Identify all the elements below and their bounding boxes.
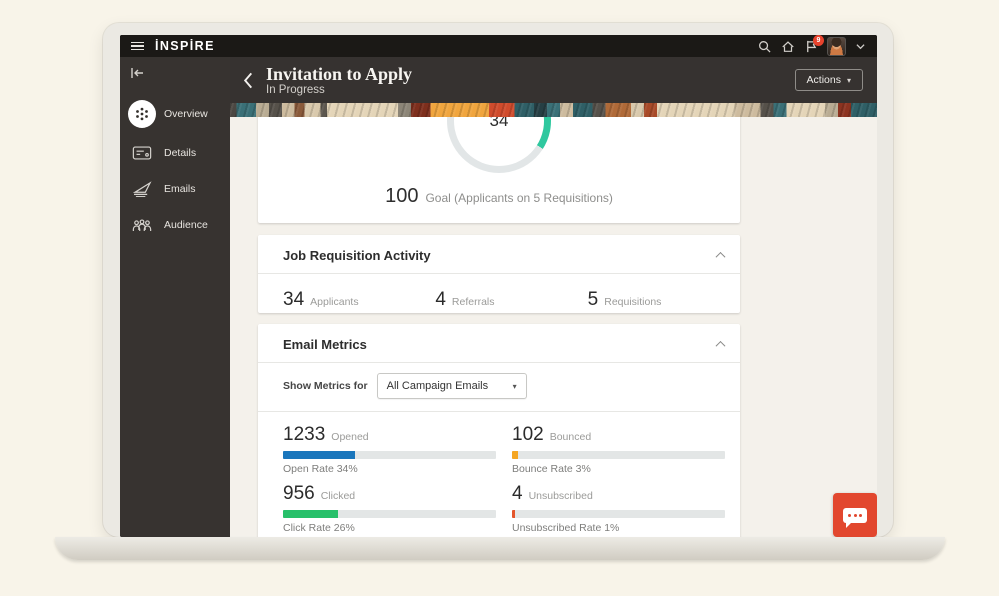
page-background: İNSPİRE 9 Overview Details Emails Audien… bbox=[0, 0, 999, 596]
topbar: İNSPİRE 9 bbox=[120, 35, 877, 57]
section-title: Email Metrics bbox=[283, 337, 367, 352]
overview-icon bbox=[128, 100, 156, 128]
topbar-actions: 9 bbox=[758, 35, 865, 56]
page-title: Invitation to Apply bbox=[266, 63, 413, 84]
metric-rate: Bounce Rate 3% bbox=[512, 463, 591, 475]
progress-track bbox=[283, 451, 496, 459]
progress-fill bbox=[512, 510, 516, 518]
sidebar-item-audience[interactable]: Audience bbox=[120, 207, 230, 243]
card-header: Email Metrics bbox=[258, 324, 740, 362]
search-icon[interactable] bbox=[758, 40, 771, 53]
app-body: Overview Details Emails Audience Invitat… bbox=[120, 57, 877, 537]
stat-label: Requisitions bbox=[604, 296, 662, 308]
metric-value: 956 bbox=[283, 483, 315, 504]
sidebar-item-label: Emails bbox=[164, 183, 196, 195]
metric-label: Clicked bbox=[320, 490, 356, 502]
job-requisition-activity-card: Job Requisition Activity 34 Applicants 4… bbox=[258, 235, 740, 313]
chat-button[interactable] bbox=[833, 493, 877, 537]
metric-unsubscribed: 4 Unsubscribed Unsubscribed Rate 1% bbox=[512, 483, 725, 534]
metric-value: 1233 bbox=[283, 424, 326, 445]
sidebar-item-emails[interactable]: Emails bbox=[120, 171, 230, 207]
user-avatar[interactable] bbox=[827, 36, 846, 56]
decorative-banner bbox=[230, 103, 877, 117]
user-menu-chevron-down-icon[interactable] bbox=[856, 43, 865, 50]
audience-icon bbox=[128, 218, 156, 233]
stat-value: 4 bbox=[435, 289, 446, 310]
metric-rate: Open Rate 34% bbox=[283, 463, 358, 475]
caret-down-icon: ▾ bbox=[512, 381, 517, 391]
sidebar-item-details[interactable]: Details bbox=[120, 135, 230, 171]
sidebar-item-label: Audience bbox=[164, 219, 208, 231]
progress-track bbox=[512, 510, 725, 518]
progress-fill bbox=[283, 510, 339, 518]
metric-value: 102 bbox=[512, 424, 544, 445]
metric-label: Unsubscribed bbox=[528, 490, 593, 502]
notifications-icon[interactable]: 9 bbox=[805, 35, 824, 53]
stat-requisitions: 5 Requisitions bbox=[588, 289, 740, 311]
section-title: Job Requisition Activity bbox=[283, 248, 431, 263]
stat-referrals: 4 Referrals bbox=[435, 289, 587, 311]
goal-summary: 100 Goal (Applicants on 5 Requisitions) bbox=[258, 185, 740, 208]
status-text: In Progress bbox=[266, 83, 325, 96]
collapse-chevron-up-icon[interactable] bbox=[715, 251, 726, 262]
app-logo: İNSPİRE bbox=[155, 39, 215, 53]
progress-track bbox=[512, 451, 725, 459]
content-scroll-area[interactable]: 34 100 Goal (Applicants on 5 Requisition… bbox=[230, 117, 877, 537]
sidebar-item-overview[interactable]: Overview bbox=[120, 93, 230, 135]
caret-down-icon: ▾ bbox=[846, 75, 851, 85]
select-value: All Campaign Emails bbox=[386, 380, 489, 392]
progress-fill bbox=[283, 451, 356, 459]
metric-rate: Click Rate 26% bbox=[283, 522, 355, 534]
stat-applicants: 34 Applicants bbox=[283, 289, 435, 311]
goal-progress-ring: 34 bbox=[447, 117, 551, 173]
sidebar-item-label: Details bbox=[164, 147, 197, 159]
home-icon[interactable] bbox=[781, 40, 795, 53]
goal-label: Goal (Applicants on 5 Requisitions) bbox=[425, 191, 613, 205]
laptop-bezel: İNSPİRE 9 Overview Details Emails Audien… bbox=[103, 23, 893, 537]
details-icon bbox=[128, 145, 156, 161]
actions-button[interactable]: Actions ▾ bbox=[794, 69, 863, 91]
stat-label: Applicants bbox=[310, 296, 359, 308]
stat-value: 5 bbox=[587, 289, 599, 310]
campaign-emails-select[interactable]: All Campaign Emails ▾ bbox=[376, 373, 527, 399]
goal-value: 100 bbox=[385, 185, 419, 207]
progress-track bbox=[283, 510, 496, 518]
activity-stats-row: 34 Applicants 4 Referrals 5 Requisitions bbox=[258, 274, 740, 311]
actions-button-label: Actions bbox=[806, 74, 841, 86]
metric-opened: 1233 Opened Open Rate 34% bbox=[283, 424, 496, 475]
metric-label: Bounced bbox=[549, 431, 592, 443]
goal-current-value: 34 bbox=[454, 117, 544, 166]
sidebar: Overview Details Emails Audience bbox=[120, 57, 230, 537]
notification-badge: 9 bbox=[813, 35, 824, 46]
hamburger-menu-icon[interactable] bbox=[131, 41, 144, 51]
back-chevron-icon[interactable] bbox=[243, 72, 253, 89]
stat-label: Referrals bbox=[451, 296, 495, 308]
collapse-chevron-up-icon[interactable] bbox=[715, 340, 726, 351]
page-title-block: Invitation to Apply In Progress bbox=[266, 64, 412, 97]
laptop-screen: İNSPİRE 9 Overview Details Emails Audien… bbox=[120, 35, 877, 537]
emails-icon bbox=[128, 181, 156, 197]
laptop-base bbox=[55, 537, 945, 560]
metric-label: Opened bbox=[331, 431, 369, 443]
email-metrics-grid: 1233 Opened Open Rate 34% 102 Bounced Bo… bbox=[258, 412, 740, 534]
sidebar-collapse-icon[interactable] bbox=[130, 67, 144, 79]
page-header: Invitation to Apply In Progress Actions … bbox=[230, 57, 877, 103]
card-header: Job Requisition Activity bbox=[258, 235, 740, 273]
email-metrics-card: Email Metrics Show Metrics for All Campa… bbox=[258, 324, 740, 537]
goal-card: 34 100 Goal (Applicants on 5 Requisition… bbox=[258, 117, 740, 223]
metric-clicked: 956 Clicked Click Rate 26% bbox=[283, 483, 496, 534]
filter-label: Show Metrics for bbox=[283, 380, 368, 392]
metric-rate: Unsubscribed Rate 1% bbox=[512, 522, 620, 534]
progress-fill bbox=[512, 451, 519, 459]
metric-bounced: 102 Bounced Bounce Rate 3% bbox=[512, 424, 725, 475]
sidebar-item-label: Overview bbox=[164, 108, 208, 120]
metric-value: 4 bbox=[512, 483, 523, 504]
stat-value: 34 bbox=[283, 289, 305, 310]
chat-bubble-icon bbox=[843, 507, 867, 528]
metrics-filter-row: Show Metrics for All Campaign Emails ▾ bbox=[258, 363, 740, 411]
main-panel: Invitation to Apply In Progress Actions … bbox=[230, 57, 877, 537]
